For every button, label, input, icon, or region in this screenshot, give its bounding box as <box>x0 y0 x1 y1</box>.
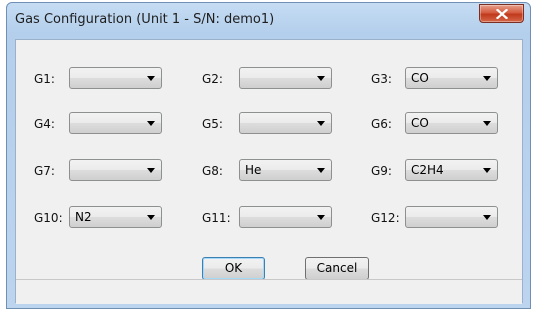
cancel-button[interactable]: Cancel <box>305 257 369 280</box>
g9-select-value: C2H4 <box>411 163 444 177</box>
ok-button[interactable]: OK <box>202 257 265 280</box>
g6-select[interactable]: CO <box>405 112 498 134</box>
g1-label: G1: <box>34 72 55 86</box>
g8-select-value: He <box>245 163 262 177</box>
title-bar[interactable]: Gas Configuration (Unit 1 - S/N: demo1) <box>7 3 530 39</box>
g10-select[interactable]: N2 <box>69 206 162 228</box>
g5-label: G5: <box>202 117 223 131</box>
g7-label: G7: <box>34 164 55 178</box>
g3-select-value: CO <box>411 71 429 85</box>
chevron-down-icon <box>317 76 325 81</box>
g6-select-value: CO <box>411 116 429 130</box>
g3-select[interactable]: CO <box>405 67 498 89</box>
g5-select[interactable] <box>239 112 332 134</box>
status-strip <box>16 280 522 304</box>
ok-button-label: OK <box>224 261 243 275</box>
g11-label: G11: <box>202 211 231 225</box>
chevron-down-icon <box>483 168 491 173</box>
g12-select[interactable] <box>405 206 498 228</box>
g2-label: G2: <box>202 72 223 86</box>
g4-label: G4: <box>34 117 55 131</box>
chevron-down-icon <box>483 76 491 81</box>
dialog-body: G1: G2: G3: CO G4: G5: G6: CO G7: G8: He… <box>15 39 523 304</box>
chevron-down-icon <box>147 168 155 173</box>
chevron-down-icon <box>317 121 325 126</box>
cancel-button-label: Cancel <box>316 261 358 275</box>
g9-label: G9: <box>371 164 392 178</box>
close-icon <box>496 9 508 19</box>
g3-label: G3: <box>371 72 392 86</box>
g4-select[interactable] <box>69 112 162 134</box>
chevron-down-icon <box>483 215 491 220</box>
chevron-down-icon <box>317 168 325 173</box>
chevron-down-icon <box>147 215 155 220</box>
g9-select[interactable]: C2H4 <box>405 159 498 181</box>
chevron-down-icon <box>317 215 325 220</box>
window-title: Gas Configuration (Unit 1 - S/N: demo1) <box>15 12 275 27</box>
g10-label: G10: <box>34 211 63 225</box>
close-button[interactable] <box>479 4 524 23</box>
g8-select[interactable]: He <box>239 159 332 181</box>
g7-select[interactable] <box>69 159 162 181</box>
g10-select-value: N2 <box>75 210 92 224</box>
g11-select[interactable] <box>239 206 332 228</box>
chevron-down-icon <box>483 121 491 126</box>
chevron-down-icon <box>147 76 155 81</box>
g2-select[interactable] <box>239 67 332 89</box>
gas-configuration-dialog: Gas Configuration (Unit 1 - S/N: demo1) … <box>6 2 531 309</box>
chevron-down-icon <box>147 121 155 126</box>
g12-label: G12: <box>371 211 400 225</box>
g1-select[interactable] <box>69 67 162 89</box>
g8-label: G8: <box>202 164 223 178</box>
g6-label: G6: <box>371 117 392 131</box>
